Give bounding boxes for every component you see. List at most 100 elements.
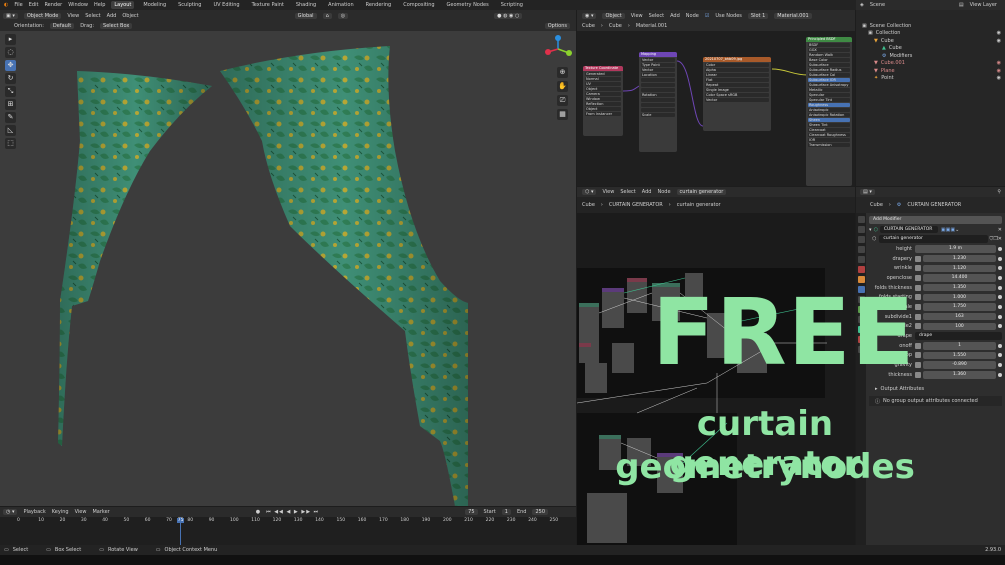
rotate-tool-icon[interactable]: ↻ [5, 73, 16, 84]
attribute-toggle-icon[interactable] [915, 255, 921, 262]
annotate-tool-icon[interactable]: ✎ [5, 112, 16, 123]
attribute-toggle-icon[interactable] [915, 342, 921, 349]
use-nodes-checkbox[interactable]: ☑ [705, 13, 709, 19]
gravity-field[interactable]: -0.890 [923, 361, 996, 369]
add-modifier-button[interactable]: Add Modifier [869, 216, 1002, 224]
tab-modeling[interactable]: Modeling [140, 1, 169, 9]
keyframe-dot-icon[interactable] [998, 275, 1002, 280]
keyframe-dot-icon[interactable] [998, 363, 1002, 368]
visibility-icon[interactable]: ◉ [997, 68, 1001, 74]
close-icon[interactable]: ✕ [998, 236, 1002, 242]
attribute-toggle-icon[interactable] [915, 323, 921, 330]
start-frame-field[interactable]: 1 [501, 509, 511, 515]
tab-shading[interactable]: Shading [293, 1, 319, 9]
shading-modes-icon[interactable]: ● ◍ ◉ ○ [494, 12, 523, 19]
snap-icon[interactable]: ⌂ [322, 12, 332, 19]
material-select[interactable]: Material.001 [774, 12, 812, 19]
scene-icon[interactable]: ◈ [860, 2, 864, 8]
keyframe-dot-icon[interactable] [998, 246, 1002, 251]
timeline-menu-marker[interactable]: Marker [92, 509, 109, 515]
keyframe-dot-icon[interactable] [998, 314, 1002, 319]
keyframe-dot-icon[interactable] [998, 266, 1002, 271]
options-button[interactable]: Options [544, 23, 570, 29]
pin-icon[interactable]: ⚲ [997, 189, 1001, 195]
keyframe-dot-icon[interactable] [998, 343, 1002, 348]
tab-texture-paint[interactable]: Texture Paint [249, 1, 287, 9]
properties-editor-icon[interactable]: ▤ ▾ [860, 189, 875, 195]
scale-tool-icon[interactable]: ⤡ [5, 86, 16, 97]
visibility-icon[interactable]: ◉ [997, 60, 1001, 66]
viewport-menu-add[interactable]: Add [107, 13, 117, 19]
drapery-field[interactable]: 1.230 [923, 254, 996, 263]
current-frame-field[interactable]: 75 [465, 509, 478, 515]
collapse-icon[interactable]: ▾ [869, 227, 872, 233]
editor-type-button[interactable]: ▣ ▾ [3, 12, 18, 19]
folds-starting-field[interactable]: 1.000 [923, 293, 996, 302]
attribute-toggle-icon[interactable] [915, 284, 921, 291]
output-tab-icon[interactable] [857, 236, 865, 243]
modifier-dropdown-icon[interactable]: ⌄ [955, 227, 959, 233]
viewport-menu-object[interactable]: Object [122, 13, 138, 19]
shader-node-canvas[interactable]: Texture Coordinate Generated Normal UV O… [577, 31, 855, 186]
node-tree-select[interactable]: curtain generator [676, 189, 727, 195]
scene-name[interactable]: Scene [870, 2, 885, 8]
navigation-gizmo-icon[interactable] [543, 34, 573, 64]
shader-editor-type-icon[interactable]: ◉ ▾ [582, 12, 597, 19]
drag-select[interactable]: Select Box [100, 23, 133, 29]
attribute-toggle-icon[interactable] [915, 352, 921, 359]
tab-compositing[interactable]: Compositing [400, 1, 437, 9]
keyframe-dot-icon[interactable] [998, 295, 1002, 300]
outliner-row[interactable]: ▼ Cube.001 ◉ [862, 60, 1001, 68]
tab-animation[interactable]: Animation [325, 1, 357, 9]
record-icon[interactable]: ● [256, 509, 260, 515]
transform-tool-icon[interactable]: ⊞ [5, 99, 16, 110]
gn-editor-type-icon[interactable]: ⬡ ▾ [582, 189, 597, 195]
grid-icon[interactable]: ▦ [557, 109, 568, 120]
add-cube-tool-icon[interactable]: ⬚ [5, 138, 16, 149]
move-tool-icon[interactable]: ✥ [5, 60, 16, 71]
onoff-field[interactable]: 1 [923, 342, 996, 350]
node-texture-coordinate[interactable]: Texture Coordinate Generated Normal UV O… [583, 66, 623, 136]
folds-thickness-field[interactable]: 1.350 [923, 283, 996, 292]
shader-menu-view[interactable]: View [631, 13, 643, 19]
timeline[interactable]: 0102030405060707580901001101201301401501… [0, 517, 576, 545]
tab-sculpting[interactable]: Sculpting [175, 1, 204, 9]
menu-help[interactable]: Help [94, 2, 105, 8]
view-layer-icon[interactable]: ▤ [959, 2, 964, 8]
gn-menu-node[interactable]: Node [657, 189, 670, 195]
subdivide1-field[interactable]: 163 [923, 312, 996, 321]
attribute-toggle-icon[interactable] [915, 371, 921, 378]
tab-layout[interactable]: Layout [111, 1, 135, 9]
timeline-editor-icon[interactable]: ◷ ▾ [3, 509, 18, 515]
shader-menu-select[interactable]: Select [649, 13, 664, 19]
drape-attribute-field[interactable]: drape [915, 332, 1002, 340]
world-tab-icon[interactable] [857, 266, 865, 273]
camera-icon[interactable]: ⎚ [557, 95, 568, 106]
zoom-icon[interactable]: ⊕ [557, 67, 568, 78]
shader-menu-node[interactable]: Node [686, 13, 699, 19]
attribute-toggle-icon[interactable] [915, 274, 921, 281]
orientation-select[interactable]: Default [49, 23, 75, 29]
drop-field[interactable]: 1.550 [923, 351, 996, 360]
outliner-row[interactable]: ⚙ Modifiers [862, 52, 1001, 60]
menu-file[interactable]: File [14, 2, 22, 8]
shader-object-select[interactable]: Object [602, 12, 625, 19]
tab-scripting[interactable]: Scripting [498, 1, 526, 9]
node-principled-bsdf[interactable]: Principled BSDF BSDF GGX Random Walk Bas… [806, 37, 852, 186]
gn-menu-select[interactable]: Select [620, 189, 635, 195]
gn-menu-add[interactable]: Add [642, 189, 652, 195]
outliner-row[interactable]: ▣ Scene Collection [862, 22, 1001, 30]
viewport-menu-view[interactable]: View [67, 13, 79, 19]
tab-geometry-nodes[interactable]: Geometry Nodes [444, 1, 492, 9]
playhead[interactable] [180, 517, 181, 545]
slot-select[interactable]: Slot 1 [747, 12, 769, 19]
attribute-toggle-icon[interactable] [915, 265, 921, 272]
keyframe-dot-icon[interactable] [998, 353, 1002, 358]
modifier-name-field[interactable]: CURTAIN GENERATOR [879, 225, 938, 234]
open-scale-field[interactable]: 1.750 [923, 303, 996, 311]
render-tab-icon[interactable] [857, 226, 865, 233]
outliner-row[interactable]: ▣ Collection ◉ [862, 30, 1001, 38]
keyframe-dot-icon[interactable] [998, 285, 1002, 290]
tool-tab-icon[interactable] [857, 216, 865, 223]
shader-menu-add[interactable]: Add [670, 13, 680, 19]
